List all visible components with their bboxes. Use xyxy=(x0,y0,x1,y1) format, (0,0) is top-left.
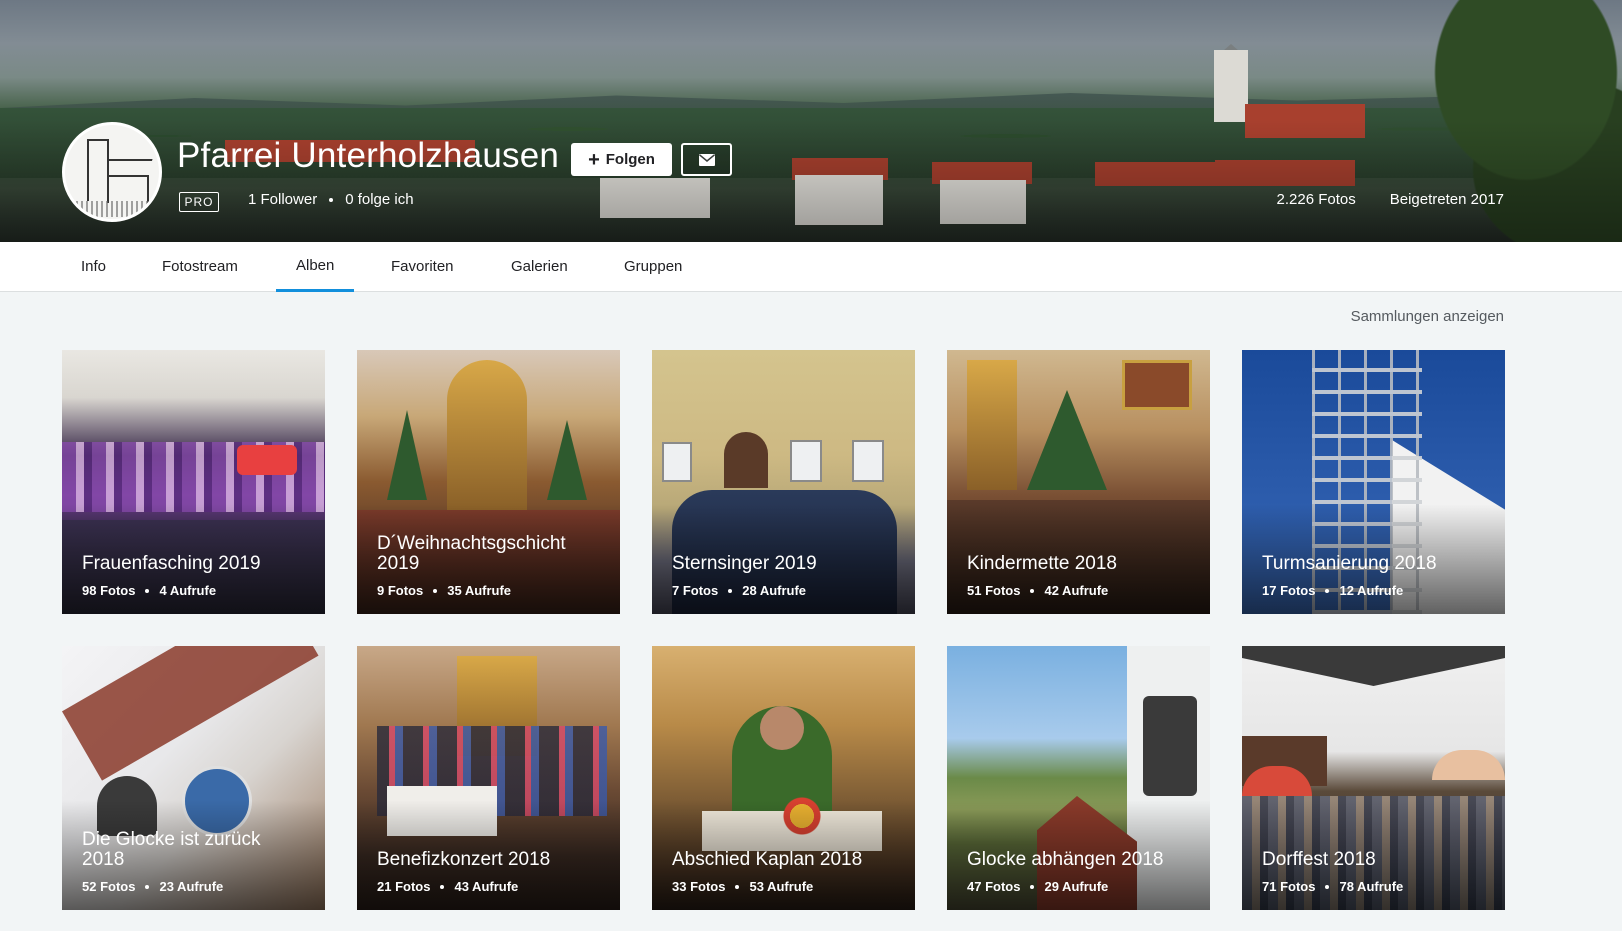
album-title: Sternsinger 2019 xyxy=(672,553,817,574)
avatar-sketch-ground xyxy=(71,201,159,217)
tab-galerien[interactable]: Galerien xyxy=(491,242,588,292)
separator-dot xyxy=(1325,884,1330,889)
tab-fotostream[interactable]: Fotostream xyxy=(142,242,258,292)
album-photo-count: 71 Fotos xyxy=(1262,879,1316,894)
follow-button[interactable]: + Folgen xyxy=(571,143,672,176)
album-view-count: 29 Aufrufe xyxy=(1044,879,1109,894)
album-view-count: 42 Aufrufe xyxy=(1044,583,1109,598)
photo-count: 2.226 Fotos xyxy=(1276,191,1356,208)
album-card[interactable]: Abschied Kaplan 2018 33 Fotos 53 Aufrufe xyxy=(652,646,915,910)
album-photo-count: 51 Fotos xyxy=(967,583,1021,598)
album-view-count: 4 Aufrufe xyxy=(159,583,217,598)
mail-icon xyxy=(698,153,715,166)
album-meta: 47 Fotos 29 Aufrufe xyxy=(967,879,1108,894)
avatar[interactable] xyxy=(62,122,162,222)
album-card[interactable]: Sternsinger 2019 7 Fotos 28 Aufrufe xyxy=(652,350,915,614)
profile-subnav: Info Fotostream Alben Favoriten Galerien… xyxy=(0,242,1622,292)
tab-gruppen[interactable]: Gruppen xyxy=(604,242,702,292)
album-card[interactable]: Benefizkonzert 2018 21 Fotos 43 Aufrufe xyxy=(357,646,620,910)
album-view-count: 23 Aufrufe xyxy=(159,879,224,894)
album-title: Abschied Kaplan 2018 xyxy=(672,849,863,870)
avatar-sketch-nave xyxy=(107,175,149,203)
album-meta: 21 Fotos 43 Aufrufe xyxy=(377,879,518,894)
separator-dot xyxy=(1030,588,1035,593)
album-photo-count: 98 Fotos xyxy=(82,583,136,598)
album-meta: 17 Fotos 12 Aufrufe xyxy=(1262,583,1403,598)
album-card[interactable]: Kindermette 2018 51 Fotos 42 Aufrufe xyxy=(947,350,1210,614)
separator-dot xyxy=(735,884,740,889)
follow-stats: 1 Follower 0 folge ich xyxy=(248,191,414,208)
album-photo-count: 17 Fotos xyxy=(1262,583,1316,598)
album-view-count: 28 Aufrufe xyxy=(742,583,807,598)
album-view-count: 35 Aufrufe xyxy=(447,583,512,598)
album-photo-count: 9 Fotos xyxy=(377,583,424,598)
album-meta: 98 Fotos 4 Aufrufe xyxy=(82,583,216,598)
plus-icon: + xyxy=(588,148,600,171)
album-card[interactable]: Frauenfasching 2019 98 Fotos 4 Aufrufe xyxy=(62,350,325,614)
album-view-count: 12 Aufrufe xyxy=(1339,583,1404,598)
album-meta: 9 Fotos 35 Aufrufe xyxy=(377,583,511,598)
album-title: Kindermette 2018 xyxy=(967,553,1117,574)
message-button[interactable] xyxy=(681,143,732,176)
cover-church-tower xyxy=(1214,50,1248,122)
profile-stats: 2.226 Fotos Beigetreten 2017 xyxy=(1277,191,1504,208)
album-card[interactable]: Dorffest 2018 71 Fotos 78 Aufrufe xyxy=(1242,646,1505,910)
pro-badge: PRO xyxy=(179,192,219,212)
separator-dot xyxy=(433,588,438,593)
album-title: Glocke abhängen 2018 xyxy=(967,849,1164,870)
joined-date: Beigetreten 2017 xyxy=(1389,191,1504,208)
album-card[interactable]: D´Weihnachtsgschicht 2019 9 Fotos 35 Auf… xyxy=(357,350,620,614)
album-title: Benefizkonzert 2018 xyxy=(377,849,551,870)
album-title: Dorffest 2018 xyxy=(1262,849,1376,870)
album-photo-count: 21 Fotos xyxy=(377,879,431,894)
album-photo-count: 7 Fotos xyxy=(672,583,719,598)
album-title: Turmsanierung 2018 xyxy=(1262,553,1437,574)
separator-dot xyxy=(145,884,150,889)
album-meta: 51 Fotos 42 Aufrufe xyxy=(967,583,1108,598)
profile-name: Pfarrei Unterholzhausen xyxy=(177,136,560,175)
album-view-count: 43 Aufrufe xyxy=(454,879,519,894)
separator-dot xyxy=(1030,884,1035,889)
album-card[interactable]: Turmsanierung 2018 17 Fotos 12 Aufrufe xyxy=(1242,350,1505,614)
followers-count[interactable]: 1 Follower xyxy=(248,191,317,208)
album-photo-count: 52 Fotos xyxy=(82,879,136,894)
album-photo-count: 47 Fotos xyxy=(967,879,1021,894)
album-card[interactable]: Glocke abhängen 2018 47 Fotos 29 Aufrufe xyxy=(947,646,1210,910)
album-card[interactable]: Die Glocke ist zurück 2018 52 Fotos 23 A… xyxy=(62,646,325,910)
album-view-count: 78 Aufrufe xyxy=(1339,879,1404,894)
separator-dot xyxy=(145,588,150,593)
album-photo-count: 33 Fotos xyxy=(672,879,726,894)
following-count[interactable]: 0 folge ich xyxy=(345,191,413,208)
separator-dot xyxy=(1325,588,1330,593)
album-title: D´Weihnachtsgschicht 2019 xyxy=(377,533,566,574)
album-meta: 71 Fotos 78 Aufrufe xyxy=(1262,879,1403,894)
album-title: Die Glocke ist zurück 2018 xyxy=(82,829,261,870)
tab-info[interactable]: Info xyxy=(61,242,126,292)
album-meta: 33 Fotos 53 Aufrufe xyxy=(672,879,813,894)
tab-alben[interactable]: Alben xyxy=(276,242,355,292)
album-meta: 52 Fotos 23 Aufrufe xyxy=(82,879,223,894)
album-title: Frauenfasching 2019 xyxy=(82,553,261,574)
album-meta: 7 Fotos 28 Aufrufe xyxy=(672,583,806,598)
separator-dot xyxy=(329,197,334,202)
tab-favoriten[interactable]: Favoriten xyxy=(371,242,474,292)
show-collections-link[interactable]: Sammlungen anzeigen xyxy=(1351,308,1504,325)
separator-dot xyxy=(728,588,733,593)
separator-dot xyxy=(440,884,445,889)
follow-label: Folgen xyxy=(605,151,655,168)
album-view-count: 53 Aufrufe xyxy=(749,879,814,894)
